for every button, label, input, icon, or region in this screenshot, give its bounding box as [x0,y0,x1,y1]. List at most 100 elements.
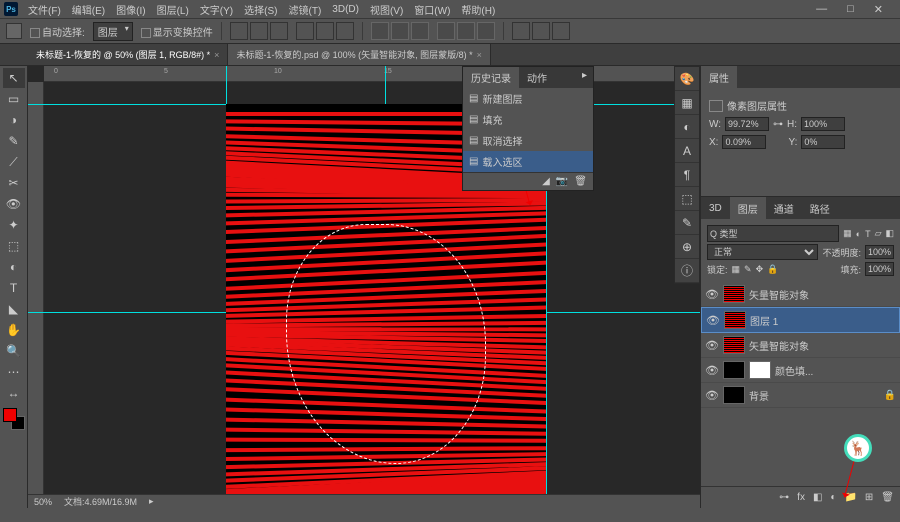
delete-history-icon[interactable]: 🗑 [574,176,587,187]
paragraph-panel-icon[interactable]: ¶ [675,163,699,187]
close-tab-icon[interactable]: × [214,50,219,60]
zoom-tool[interactable]: 🔍 [3,341,25,361]
layer-row[interactable]: 👁颜色填... [701,358,900,383]
layer-row[interactable]: 👁图层 1 [701,307,900,333]
lasso-tool[interactable]: ◑ [3,110,25,130]
fill-input[interactable]: 100% [865,262,894,276]
distribute-4[interactable] [437,22,455,40]
distribute-3[interactable] [411,22,429,40]
fx-icon[interactable]: fx [797,492,805,503]
lock-all-icon[interactable]: 🔒 [767,264,778,275]
close-tab-icon[interactable]: × [477,50,482,60]
height-input[interactable] [801,117,845,131]
distribute-6[interactable] [477,22,495,40]
align-vcenter[interactable] [250,22,268,40]
ruler-vertical[interactable] [28,82,44,508]
doc-tab-1[interactable]: 未标题-1-恢复的 @ 50% (图层 1, RGB/8#) *× [28,44,228,65]
tool-preset-icon[interactable] [6,23,22,39]
marquee-tool[interactable]: ▭ [3,89,25,109]
history-item[interactable]: ▤填充 [463,109,593,130]
filter-shape-icon[interactable]: ▱ [875,228,882,239]
distribute-5[interactable] [457,22,475,40]
swatches-panel-icon[interactable]: ▦ [675,91,699,115]
visibility-icon[interactable]: 👁 [705,364,719,377]
styles-panel-icon[interactable]: ⬚ [675,187,699,211]
menu-edit[interactable]: 编辑(E) [67,0,110,19]
menu-window[interactable]: 窗口(W) [409,0,455,19]
more-tools[interactable]: ⋯ [3,362,25,382]
wand-tool[interactable]: ✎ [3,131,25,151]
eyedropper-tool[interactable]: ✂ [3,173,25,193]
align-left[interactable] [296,22,314,40]
history-item[interactable]: ▤新建图层 [463,88,593,109]
history-item[interactable]: ▤取消选择 [463,130,593,151]
filter-pixel-icon[interactable]: ▦ [843,228,852,239]
blend-mode[interactable]: 正常 [707,244,818,260]
distribute-1[interactable] [371,22,389,40]
width-input[interactable] [725,117,769,131]
doc-info[interactable]: 文档:4.69M/16.9M [64,495,137,508]
gradient-tool[interactable]: ◐ [3,257,25,277]
menu-help[interactable]: 帮助(H) [456,0,500,19]
doc-tab-2[interactable]: 未标题-1-恢复的.psd @ 100% (矢量智能对象, 图层蒙版/8) *× [228,44,490,65]
3d-mode-1[interactable] [512,22,530,40]
clone-panel-icon[interactable]: ⊕ [675,235,699,259]
layers-tab[interactable]: 图层 [730,197,766,220]
3d-mode-3[interactable] [552,22,570,40]
hand-tool[interactable]: ✋ [3,320,25,340]
move-tool[interactable]: ↖ [3,68,25,88]
layer-row[interactable]: 👁背景🔒 [701,383,900,408]
distribute-2[interactable] [391,22,409,40]
layer-row[interactable]: 👁矢量智能对象 [701,282,900,307]
filter-adj-icon[interactable]: ◐ [856,229,861,239]
layer-row[interactable]: 👁矢量智能对象 [701,333,900,358]
zoom-level[interactable]: 50% [34,497,52,507]
lock-paint-icon[interactable]: ✎ [744,264,752,275]
adjustments-panel-icon[interactable]: ◐ [675,115,699,139]
color-panel-icon[interactable]: 🎨 [675,67,699,91]
align-hcenter[interactable] [316,22,334,40]
maximize-button[interactable]: □ [842,1,859,18]
color-swatches[interactable] [3,408,25,430]
menu-layer[interactable]: 图层(L) [152,0,194,19]
opacity-input[interactable]: 100% [865,245,894,259]
menu-type[interactable]: 文字(Y) [195,0,238,19]
autoselect-target[interactable]: 图层 [93,22,133,41]
actions-tab[interactable]: 动作 [519,67,555,88]
properties-tab[interactable]: 属性 [701,66,737,89]
brushes-panel-icon[interactable]: ✎ [675,211,699,235]
menu-image[interactable]: 图像(I) [111,0,150,19]
minimize-button[interactable]: — [811,1,832,18]
info-panel-icon[interactable]: ⓘ [675,259,699,283]
delete-layer-icon[interactable]: 🗑 [881,492,894,503]
history-item[interactable]: ▤载入选区 [463,151,593,172]
menu-file[interactable]: 文件(F) [23,0,66,19]
3d-mode-2[interactable] [532,22,550,40]
3d-tab[interactable]: 3D [701,199,730,218]
snapshot-icon[interactable]: ◢ [542,176,550,187]
lock-pos-icon[interactable]: ✥ [756,264,764,275]
visibility-icon[interactable]: 👁 [705,288,719,301]
menu-select[interactable]: 选择(S) [239,0,282,19]
adjustment-icon[interactable]: ◐ [830,492,836,503]
heal-tool[interactable]: 👁 [3,194,25,214]
canvas-area[interactable]: 0 5 10 15 20 历史记录 动作 ▸ ▤新建图层 ▤填充 ▤取消选择 ▤… [28,66,700,508]
show-transform-checkbox[interactable] [141,28,151,38]
visibility-icon[interactable]: 👁 [705,339,719,352]
stamp-tool[interactable]: ⬚ [3,236,25,256]
align-top[interactable] [230,22,248,40]
mask-icon[interactable]: ◧ [813,492,822,503]
align-right[interactable] [336,22,354,40]
visibility-icon[interactable]: 👁 [706,314,720,327]
type-tool[interactable]: T [3,278,25,298]
panel-menu-icon[interactable]: ▸ [576,67,593,88]
layer-filter[interactable]: Q 类型 [707,225,839,242]
paths-tab[interactable]: 路径 [802,197,838,220]
link-layers-icon[interactable]: ⊶ [779,492,789,503]
y-input[interactable] [801,135,845,149]
link-icon[interactable]: ⊶ [773,119,783,130]
menu-filter[interactable]: 滤镜(T) [284,0,327,19]
new-layer-icon[interactable]: ⊞ [865,492,873,503]
edit-toolbar[interactable]: ↔ [3,383,25,403]
new-snapshot-icon[interactable]: 📷 [556,176,568,187]
